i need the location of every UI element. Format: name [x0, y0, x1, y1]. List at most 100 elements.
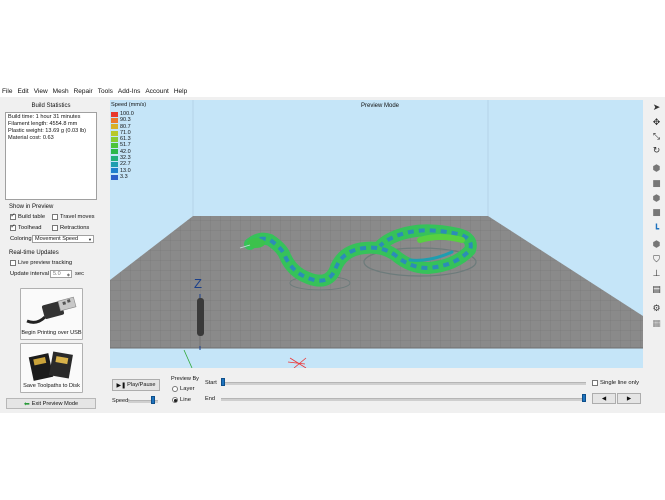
layer-radio[interactable]	[172, 386, 178, 392]
single-line-checkbox[interactable]	[592, 380, 598, 386]
preview-by-label: Preview By	[171, 376, 199, 382]
select-cursor-icon[interactable]: ➤	[651, 102, 662, 113]
travel-moves-checkbox[interactable]	[52, 214, 58, 220]
end-slider[interactable]	[221, 398, 586, 401]
triangle-left-icon: ◀	[601, 395, 607, 402]
view-top-icon[interactable]: ■	[651, 207, 662, 218]
triangle-right-icon: ▶	[626, 395, 632, 402]
stat-plastic-weight: Plastic weight: 13.69 g (0.03 lb)	[8, 128, 87, 134]
legend-swatch	[111, 149, 118, 155]
end-slider-thumb[interactable]	[582, 394, 586, 402]
travel-moves-label: Travel moves	[60, 214, 95, 220]
print-icon[interactable]: ▦	[651, 318, 662, 329]
rotate-icon[interactable]: ↻	[651, 145, 662, 156]
start-slider-thumb[interactable]	[221, 378, 225, 386]
menu-repair[interactable]: Repair	[74, 88, 93, 95]
speed-slider-thumb[interactable]	[151, 396, 155, 404]
view-iso-icon[interactable]: ⬢	[651, 163, 662, 174]
legend-swatch	[111, 130, 118, 136]
cube-view-icon[interactable]: ⬢	[651, 239, 662, 250]
start-slider[interactable]	[221, 382, 586, 385]
exit-preview-mode-button[interactable]: ⬅ Exit Preview Mode	[6, 398, 96, 409]
legend-swatch	[111, 124, 118, 130]
build-table-option[interactable]: Build table	[10, 212, 46, 220]
scale-icon[interactable]: ⤡	[651, 131, 662, 142]
coloring-select[interactable]: Movement Speed ▼	[32, 235, 94, 243]
play-pause-button[interactable]: ▶❚ Play/Pause	[112, 379, 160, 391]
preview-viewport[interactable]: Z Preview Mode Speed (mm/s) 100.0 90.3 80.…	[110, 100, 643, 368]
menu-view[interactable]: View	[34, 88, 48, 95]
z-axis-label: Z	[194, 276, 202, 291]
stat-material-cost: Material cost: 0.63	[8, 135, 54, 141]
preview-mode-title: Preview Mode	[360, 103, 399, 109]
move-icon[interactable]: ✥	[651, 117, 662, 128]
play-pause-label: Play/Pause	[127, 382, 156, 388]
pin-icon[interactable]: ⊥	[651, 268, 662, 279]
menu-mesh[interactable]: Mesh	[53, 88, 69, 95]
line-radio[interactable]	[172, 397, 178, 403]
view-front-icon[interactable]: ■	[651, 178, 662, 189]
line-option[interactable]: Line	[172, 397, 191, 403]
menu-account[interactable]: Account	[145, 88, 169, 95]
build-statistics-box: Build time: 1 hour 31 minutes Filament l…	[5, 112, 97, 200]
line-label: Line	[180, 397, 191, 403]
coloring-value: Movement Speed	[35, 236, 79, 242]
begin-printing-usb-button[interactable]: Begin Printing over USB	[20, 288, 83, 340]
axis-view-icon[interactable]: ┗	[651, 224, 662, 235]
legend-swatch	[111, 111, 118, 117]
live-tracking-checkbox[interactable]	[10, 260, 16, 266]
layer-option[interactable]: Layer	[172, 386, 195, 392]
chevron-down-icon: ▼	[88, 236, 92, 242]
single-line-option[interactable]: Single line only	[592, 380, 639, 386]
legend-swatch	[111, 136, 118, 142]
end-label: End	[205, 396, 215, 402]
begin-printing-usb-label: Begin Printing over USB	[21, 330, 82, 336]
legend-swatch	[111, 143, 118, 149]
step-forward-button[interactable]: ▶	[617, 393, 641, 404]
view-side-icon[interactable]: ⬢	[651, 193, 662, 204]
retractions-checkbox[interactable]	[52, 225, 58, 231]
scene-canvas	[110, 100, 643, 368]
step-back-button[interactable]: ◀	[592, 393, 616, 404]
gear-icon[interactable]: ⚙	[651, 303, 662, 314]
retractions-option[interactable]: Retractions	[52, 225, 89, 231]
coloring-label: Coloring	[10, 236, 32, 242]
exit-preview-mode-label: Exit Preview Mode	[31, 400, 79, 407]
legend-swatch	[111, 168, 118, 174]
legend-swatch	[111, 174, 118, 180]
menu-file[interactable]: File	[2, 88, 12, 95]
legend-value: 3.3	[120, 173, 128, 180]
usb-cable-icon	[26, 296, 77, 324]
menu-edit[interactable]: Edit	[17, 88, 28, 95]
menu-add-ins[interactable]: Add-Ins	[118, 88, 140, 95]
menu-bar: File Edit View Mesh Repair Tools Add-Ins…	[0, 86, 665, 97]
save-toolpaths-button[interactable]: Save Toolpaths to Disk	[20, 343, 83, 393]
realtime-updates-title: Real-time Updates	[9, 250, 59, 256]
stat-filament-length: Filament length: 4554.8 mm	[8, 121, 78, 127]
travel-moves-option[interactable]: Travel moves	[52, 214, 95, 220]
layer-label: Layer	[180, 386, 195, 392]
toolhead-label: Toolhead	[18, 225, 42, 231]
stat-build-time: Build time: 1 hour 31 minutes	[8, 114, 81, 120]
live-tracking-label: Live preview tracking	[18, 260, 73, 266]
legend-swatch	[111, 162, 118, 168]
update-interval-unit: sec	[75, 271, 85, 277]
build-table-label: Build table	[18, 214, 46, 220]
build-table-checkbox[interactable]	[10, 212, 16, 220]
right-toolbar: ➤ ✥ ⤡ ↻ ⬢ ■ ⬢ ■ ┗ ⬢ ⛉ ⊥ ▤ ⚙ ▦	[646, 100, 665, 340]
menu-help[interactable]: Help	[174, 88, 187, 95]
speed-legend: 100.0 90.3 80.7 71.0 61.3 51.7 42.0 32.3 22.7 13.…	[111, 111, 134, 180]
toolhead-checkbox[interactable]	[10, 223, 16, 231]
build-statistics-title: Build Statistics	[31, 103, 71, 109]
update-interval-value: 5.0	[53, 271, 61, 277]
legend-swatch	[111, 155, 118, 161]
menu-tools[interactable]: Tools	[98, 88, 113, 95]
live-tracking-option[interactable]: Live preview tracking	[10, 260, 72, 266]
play-pause-icon: ▶❚	[116, 381, 127, 389]
model-info-icon[interactable]: ▤	[651, 284, 662, 295]
retractions-label: Retractions	[60, 225, 90, 231]
shield-icon[interactable]: ⛉	[651, 254, 662, 265]
toolhead-option[interactable]: Toolhead	[10, 223, 42, 231]
update-interval-input[interactable]: 5.0 ◆	[50, 270, 72, 278]
show-in-preview-title: Show in Preview	[9, 204, 54, 210]
